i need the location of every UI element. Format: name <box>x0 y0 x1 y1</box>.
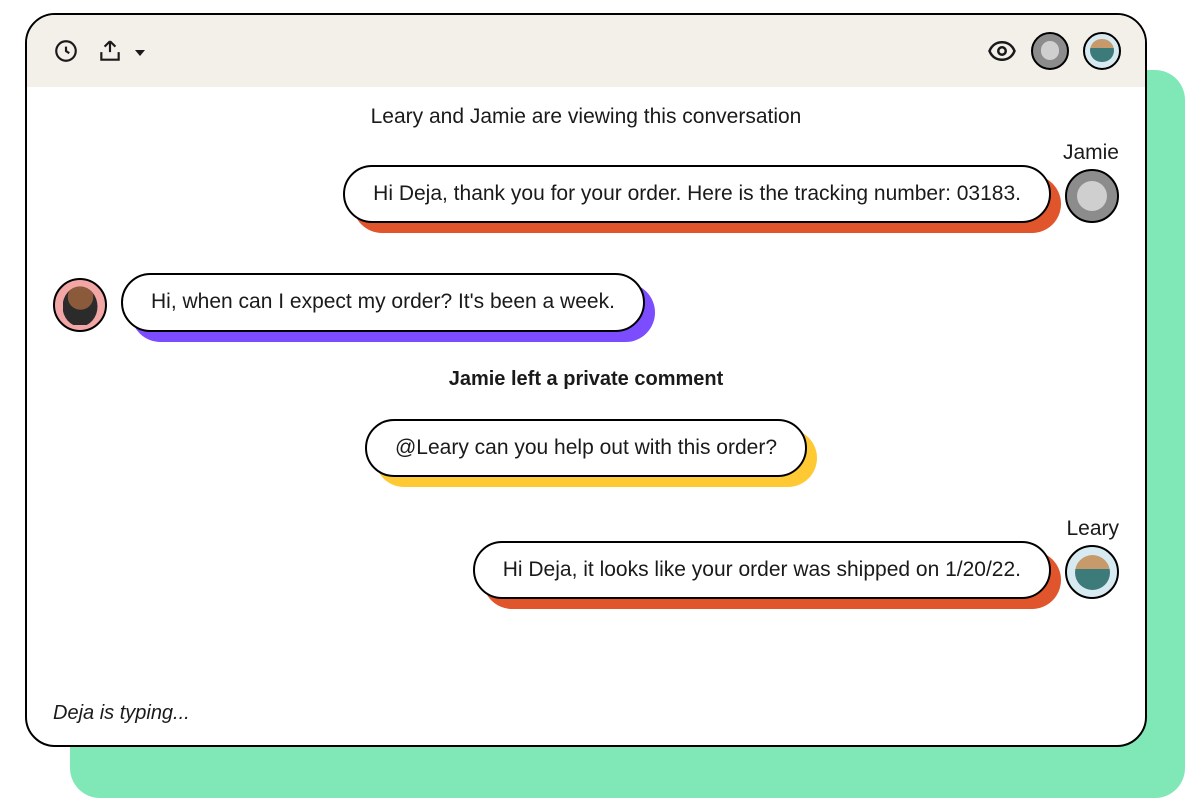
message-author-label: Jamie <box>1063 141 1119 165</box>
viewer-avatar-jamie[interactable] <box>1031 32 1069 70</box>
private-comment-row: @Leary can you help out with this order? <box>53 419 1119 477</box>
avatar-deja[interactable] <box>53 278 107 332</box>
typing-indicator: Deja is typing... <box>53 702 190 725</box>
history-icon[interactable] <box>51 36 81 66</box>
chevron-down-icon[interactable] <box>135 50 145 56</box>
conversation-body: Leary and Jamie are viewing this convers… <box>27 87 1145 745</box>
conversation-window: Leary and Jamie are viewing this convers… <box>25 13 1147 747</box>
message-bubble: Hi, when can I expect my order? It's bee… <box>121 273 645 331</box>
eye-icon[interactable] <box>987 36 1017 66</box>
message-row: Hi Deja, it looks like your order was sh… <box>473 541 1119 599</box>
conversation-toolbar <box>27 15 1145 87</box>
send-outbox-icon[interactable] <box>95 36 125 66</box>
message-row: Hi Deja, thank you for your order. Here … <box>343 165 1119 223</box>
message-bubble: Hi Deja, thank you for your order. Here … <box>343 165 1051 223</box>
avatar-jamie[interactable] <box>1065 169 1119 223</box>
message-author-label: Leary <box>1066 517 1119 541</box>
viewers-notice: Leary and Jamie are viewing this convers… <box>53 105 1119 129</box>
message-bubble: Hi Deja, it looks like your order was sh… <box>473 541 1051 599</box>
message-row: Hi, when can I expect my order? It's bee… <box>53 273 1119 331</box>
viewer-avatar-leary[interactable] <box>1083 32 1121 70</box>
private-comment-header: Jamie left a private comment <box>53 368 1119 391</box>
private-comment-bubble: @Leary can you help out with this order? <box>365 419 807 477</box>
avatar-leary[interactable] <box>1065 545 1119 599</box>
